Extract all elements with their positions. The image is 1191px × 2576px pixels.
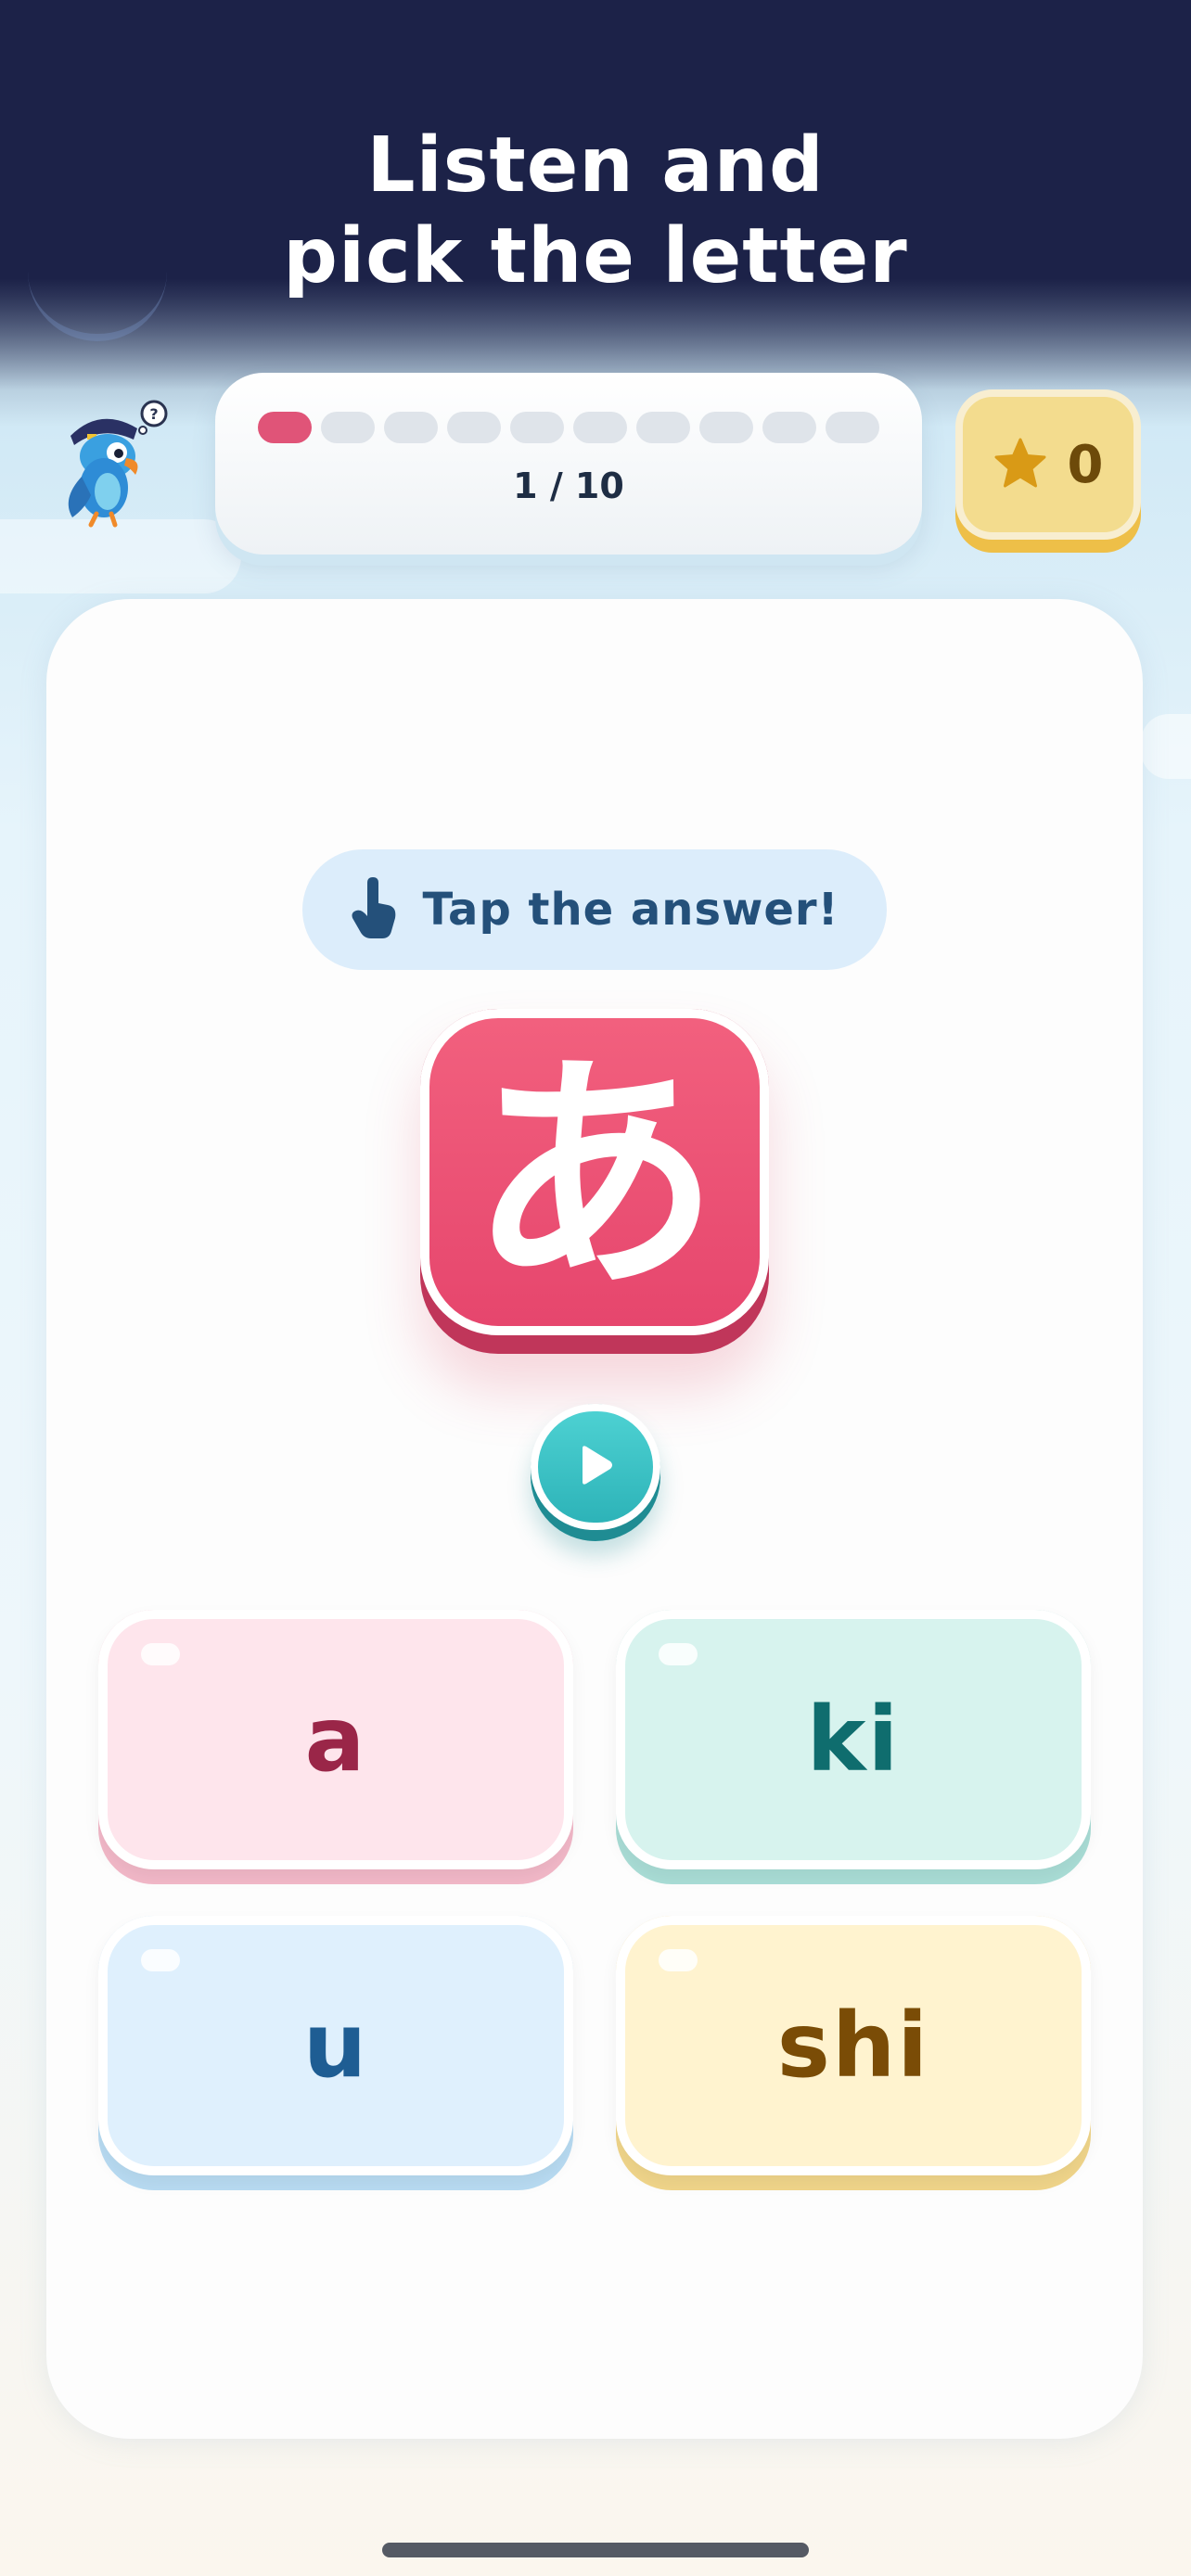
- score-value: 0: [1067, 434, 1104, 495]
- background-cloud: [0, 519, 241, 593]
- prompt-letter-tile: あ: [420, 1009, 769, 1354]
- progress-segment: [447, 412, 501, 443]
- progress-segment: [510, 412, 564, 443]
- page-title-line-2: pick the letter: [283, 212, 908, 300]
- answer-face[interactable]: ki: [616, 1610, 1091, 1869]
- button-shine: [141, 1643, 180, 1665]
- answer-face[interactable]: u: [98, 1916, 573, 2175]
- button-shine: [659, 1949, 698, 1971]
- progress-segments: [258, 412, 879, 443]
- home-indicator[interactable]: [382, 2543, 809, 2557]
- progress-segment: [826, 412, 879, 443]
- quiz-card: Tap the answer! あ a ki u shi: [46, 599, 1143, 2439]
- star-icon: [993, 437, 1047, 492]
- answer-button-a[interactable]: a: [98, 1610, 573, 1884]
- progress-segment: [699, 412, 753, 443]
- progress-segment: [321, 412, 375, 443]
- answer-button-u[interactable]: u: [98, 1916, 573, 2190]
- thought-bubble-mark: ?: [149, 405, 158, 423]
- progress-segment: [384, 412, 438, 443]
- progress-segment-complete: [258, 412, 312, 443]
- prompt-letter-face: あ: [420, 1009, 769, 1335]
- progress-segment: [762, 412, 816, 443]
- tap-hand-icon: [351, 877, 399, 942]
- prompt-character: あ: [469, 1030, 720, 1322]
- button-shine: [659, 1643, 698, 1665]
- answer-label: shi: [776, 1994, 930, 2098]
- play-audio-button[interactable]: [531, 1404, 660, 1541]
- progress-segment: [636, 412, 690, 443]
- instruction-text: Tap the answer!: [422, 884, 839, 936]
- progress-label: 1 / 10: [513, 465, 624, 506]
- answer-face[interactable]: shi: [616, 1916, 1091, 2175]
- answer-button-shi[interactable]: shi: [616, 1916, 1091, 2190]
- answer-face[interactable]: a: [98, 1610, 573, 1869]
- answer-label: u: [302, 1994, 369, 2098]
- play-audio-face[interactable]: [531, 1404, 660, 1530]
- page-title-line-1: Listen and: [366, 121, 825, 210]
- pirate-parrot-icon: ?: [54, 399, 184, 529]
- progress-segment: [573, 412, 627, 443]
- answer-label: ki: [806, 1688, 901, 1792]
- page-title: Listen and pick the letter: [0, 121, 1191, 302]
- answer-button-ki[interactable]: ki: [616, 1610, 1091, 1884]
- progress-card: 1 / 10: [215, 373, 922, 555]
- background-cloud: [1141, 714, 1191, 779]
- button-shine: [141, 1949, 180, 1971]
- score-badge: 0: [955, 389, 1141, 540]
- play-icon: [577, 1445, 614, 1489]
- instruction-pill: Tap the answer!: [302, 849, 887, 970]
- answer-label: a: [304, 1688, 367, 1792]
